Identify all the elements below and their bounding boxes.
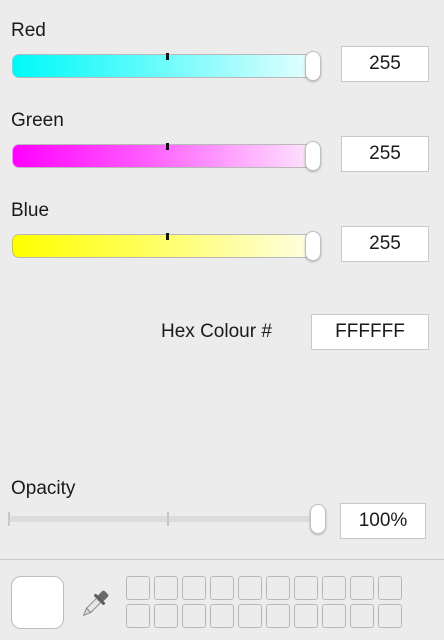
custom-swatch[interactable] (350, 576, 374, 600)
opacity-slider-midpoint-tick (167, 512, 169, 526)
current-color-swatch[interactable] (11, 576, 64, 629)
blue-slider-midpoint-tick (166, 233, 169, 240)
custom-swatch[interactable] (182, 576, 206, 600)
opacity-label: Opacity (11, 478, 76, 499)
green-value-field[interactable]: 255 (341, 136, 429, 172)
hex-colour-label: Hex Colour # (161, 321, 272, 342)
green-slider-thumb[interactable] (305, 141, 321, 171)
custom-swatch[interactable] (238, 604, 262, 628)
blue-slider-thumb[interactable] (305, 231, 321, 261)
red-label: Red (11, 20, 46, 41)
custom-swatch[interactable] (182, 604, 206, 628)
custom-swatch[interactable] (210, 576, 234, 600)
custom-swatches-grid (126, 576, 405, 632)
custom-swatch[interactable] (378, 604, 402, 628)
custom-swatch[interactable] (238, 576, 262, 600)
custom-swatch[interactable] (378, 576, 402, 600)
opacity-slider-track[interactable] (9, 516, 319, 522)
opacity-slider-thumb[interactable] (310, 504, 326, 534)
section-divider (0, 559, 444, 560)
custom-swatch[interactable] (154, 604, 178, 628)
custom-swatch[interactable] (266, 604, 290, 628)
custom-swatch[interactable] (294, 604, 318, 628)
red-value-field[interactable]: 255 (341, 46, 429, 82)
opacity-value-field[interactable]: 100% (340, 503, 426, 539)
custom-swatch[interactable] (294, 576, 318, 600)
green-label: Green (11, 110, 64, 131)
custom-swatch[interactable] (350, 604, 374, 628)
custom-swatch[interactable] (126, 576, 150, 600)
green-slider-midpoint-tick (166, 143, 169, 150)
blue-value-field[interactable]: 255 (341, 226, 429, 262)
red-slider-midpoint-tick (166, 53, 169, 60)
red-slider-thumb[interactable] (305, 51, 321, 81)
custom-swatch[interactable] (154, 576, 178, 600)
eyedropper-icon[interactable] (78, 586, 112, 622)
blue-label: Blue (11, 200, 50, 221)
custom-swatch[interactable] (126, 604, 150, 628)
hex-colour-field[interactable]: FFFFFF (311, 314, 429, 350)
custom-swatch[interactable] (210, 604, 234, 628)
custom-swatch[interactable] (266, 576, 290, 600)
custom-swatch[interactable] (322, 576, 346, 600)
opacity-slider-start-tick (8, 512, 10, 526)
custom-swatch[interactable] (322, 604, 346, 628)
